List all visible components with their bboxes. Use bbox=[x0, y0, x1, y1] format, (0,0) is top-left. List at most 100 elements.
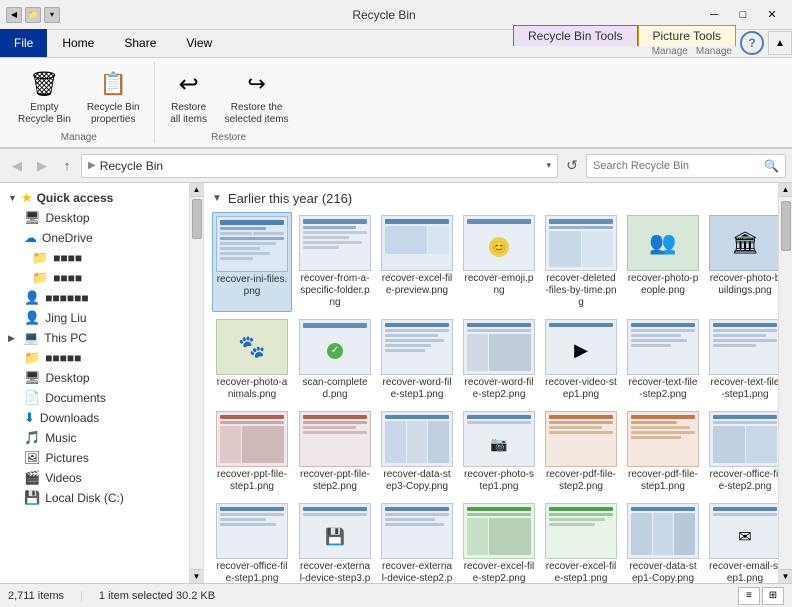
file-item-8[interactable]: 🐾 recover-photo-animals.png bbox=[212, 316, 292, 404]
file-item-26[interactable]: recover-excel-file-step1.png bbox=[542, 500, 620, 583]
right-scroll-up[interactable]: ▲ bbox=[779, 183, 792, 197]
close-button[interactable]: ✕ bbox=[758, 5, 786, 25]
back-button[interactable]: ◀ bbox=[6, 155, 28, 177]
file-item-25[interactable]: recover-excel-file-step2.png bbox=[460, 500, 538, 583]
file-item-3[interactable]: recover-excel-file-preview.png bbox=[378, 212, 456, 312]
file-item-21[interactable]: recover-office-file-step2.png bbox=[706, 408, 778, 496]
breadcrumb-dropdown[interactable]: ▾ bbox=[546, 160, 551, 171]
tab-file[interactable]: File bbox=[0, 29, 47, 57]
file-item-7[interactable]: 🏛 recover-photo-buildings.png bbox=[706, 212, 778, 312]
file-name-26: recover-excel-file-step1.png bbox=[545, 561, 617, 583]
file-item-16[interactable]: recover-ppt-file-step2.png bbox=[296, 408, 374, 496]
empty-recycle-bin-button[interactable]: 🗑 EmptyRecycle Bin bbox=[12, 62, 77, 130]
ribbon-group-restore: ↩ Restoreall items ↪ Restore theselected… bbox=[155, 62, 303, 143]
ribbon-collapse-button[interactable]: ▲ bbox=[768, 31, 792, 55]
sidebar-item-desktop[interactable]: 🖥 Desktop bbox=[0, 208, 189, 228]
sidebar-item-downloads[interactable]: ⬇ Downloads bbox=[0, 408, 189, 428]
sidebar-item-user4[interactable]: 📁 ■■■■■ bbox=[0, 348, 189, 368]
sidebar-item-local-disk[interactable]: 💾 Local Disk (C:) bbox=[0, 488, 189, 508]
scroll-up-arrow[interactable]: ▲ bbox=[190, 183, 204, 197]
search-icon[interactable]: 🔍 bbox=[764, 159, 779, 173]
quick-access-header[interactable]: ▼ ★ Quick access bbox=[0, 187, 189, 208]
sidebar-onedrive-label: OneDrive bbox=[42, 231, 93, 245]
breadcrumb-bar[interactable]: ▶ Recycle Bin ▾ bbox=[81, 154, 558, 178]
file-item-18[interactable]: 📷 recover-photo-step1.png bbox=[460, 408, 538, 496]
sidebar-item-videos[interactable]: 🎬 Videos bbox=[0, 468, 189, 488]
section-header[interactable]: ▼ Earlier this year (216) bbox=[212, 189, 770, 212]
folder-icon-3: 📁 bbox=[24, 350, 40, 366]
file-item-1[interactable]: recover-ini-files.png bbox=[212, 212, 292, 312]
empty-recycle-bin-icon: 🗑 bbox=[26, 66, 62, 102]
right-scroll-down[interactable]: ▼ bbox=[779, 569, 792, 583]
file-item-19[interactable]: recover-pdf-file-step2.png bbox=[542, 408, 620, 496]
details-view-button[interactable]: ≡ bbox=[738, 587, 760, 605]
file-item-5[interactable]: recover-deleted-files-by-time.png bbox=[542, 212, 620, 312]
file-item-20[interactable]: recover-pdf-file-step1.png bbox=[624, 408, 702, 496]
quick-access-icon[interactable]: ◀ bbox=[6, 7, 22, 23]
sidebar-item-jing-liu[interactable]: 👤 Jing Liu bbox=[0, 308, 189, 328]
recycle-bin-tools-context-tab[interactable]: Recycle Bin Tools bbox=[513, 25, 638, 46]
file-item-13[interactable]: recover-text-file-step2.png bbox=[624, 316, 702, 404]
sidebar-item-onedrive[interactable]: ☁ OneDrive bbox=[0, 228, 189, 248]
file-thumb-16 bbox=[299, 411, 371, 467]
sidebar-item-user1[interactable]: 📁 ■■■■ bbox=[0, 248, 189, 268]
file-item-10[interactable]: recover-word-file-step1.png bbox=[378, 316, 456, 404]
file-item-15[interactable]: recover-ppt-file-step1.png bbox=[212, 408, 292, 496]
file-item-28[interactable]: ✉ recover-email-step1.png bbox=[706, 500, 778, 583]
file-name-5: recover-deleted-files-by-time.png bbox=[545, 273, 617, 309]
file-item-12[interactable]: ▶ recover-video-step1.png bbox=[542, 316, 620, 404]
file-item-2[interactable]: recover-from-a-specific-folder.png bbox=[296, 212, 374, 312]
sidebar-scrollbar[interactable]: ▲ ▼ bbox=[190, 183, 204, 583]
recycle-bin-properties-button[interactable]: 📋 Recycle Binproperties bbox=[81, 62, 146, 130]
sidebar-item-this-pc[interactable]: ▶ 💻 This PC bbox=[0, 328, 189, 348]
forward-button[interactable]: ▶ bbox=[31, 155, 53, 177]
scroll-down-arrow[interactable]: ▼ bbox=[190, 569, 204, 583]
restore-all-items-button[interactable]: ↩ Restoreall items bbox=[163, 62, 215, 130]
folder-icon[interactable]: 📁 bbox=[25, 7, 41, 23]
search-box[interactable]: 🔍 bbox=[586, 154, 786, 178]
file-item-17[interactable]: recover-data-step3-Copy.png bbox=[378, 408, 456, 496]
desktop2-icon: 🖥 bbox=[24, 370, 41, 386]
file-item-6[interactable]: 👥 recover-photo-people.png bbox=[624, 212, 702, 312]
ribbon-group-manage: 🗑 EmptyRecycle Bin 📋 Recycle Binproperti… bbox=[8, 62, 155, 143]
maximize-button[interactable]: □ bbox=[729, 5, 757, 25]
file-item-11[interactable]: recover-word-file-step2.png bbox=[460, 316, 538, 404]
up-button[interactable]: ↑ bbox=[56, 155, 78, 177]
file-item-4[interactable]: 😊 recover-emoji.png bbox=[460, 212, 538, 312]
file-item-14[interactable]: recover-text-file-step1.png bbox=[706, 316, 778, 404]
tab-share[interactable]: Share bbox=[109, 29, 171, 57]
right-scroll-thumb[interactable] bbox=[781, 201, 791, 251]
file-item-24[interactable]: recover-external-device-step2.png bbox=[378, 500, 456, 583]
file-name-19: recover-pdf-file-step2.png bbox=[545, 469, 617, 493]
file-item-22[interactable]: recover-office-file-step1.png bbox=[212, 500, 292, 583]
search-input[interactable] bbox=[593, 160, 764, 172]
sidebar-desktop2-label: Desktop bbox=[46, 371, 90, 385]
help-button[interactable]: ? bbox=[740, 31, 764, 55]
large-icons-view-button[interactable]: ⊞ bbox=[762, 587, 784, 605]
file-item-27[interactable]: recover-data-step1-Copy.png bbox=[624, 500, 702, 583]
picture-tools-context-tab[interactable]: Picture Tools bbox=[638, 25, 736, 46]
file-name-21: recover-office-file-step2.png bbox=[709, 469, 778, 493]
sidebar-item-music[interactable]: 🎵 Music bbox=[0, 428, 189, 448]
sidebar-item-pictures[interactable]: 🖼 Pictures bbox=[0, 448, 189, 468]
sidebar-desktop-label: Desktop bbox=[46, 211, 90, 225]
sidebar-item-user3[interactable]: 👤 ■■■■■■ bbox=[0, 288, 189, 308]
refresh-button[interactable]: ↺ bbox=[561, 155, 583, 177]
right-scrollbar[interactable]: ▲ ▼ bbox=[778, 183, 792, 583]
restore-selected-items-icon: ↪ bbox=[239, 66, 275, 102]
dropdown-icon[interactable]: ▾ bbox=[44, 7, 60, 23]
sidebar-item-documents[interactable]: 📄 Documents bbox=[0, 388, 189, 408]
scroll-thumb[interactable] bbox=[192, 199, 202, 239]
file-thumb-24 bbox=[381, 503, 453, 559]
sidebar-downloads-label: Downloads bbox=[40, 411, 99, 425]
restore-selected-items-button[interactable]: ↪ Restore theselected items bbox=[219, 62, 295, 130]
sidebar-item-user2[interactable]: 📁 ■■■■ bbox=[0, 268, 189, 288]
tab-home[interactable]: Home bbox=[47, 29, 109, 57]
tab-view[interactable]: View bbox=[171, 29, 227, 57]
sidebar-item-desktop2[interactable]: 🖥 Desktop bbox=[0, 368, 189, 388]
minimize-button[interactable]: ─ bbox=[700, 5, 728, 25]
quick-access-label: Quick access bbox=[37, 191, 114, 205]
desktop-icon: 🖥 bbox=[24, 210, 41, 226]
file-item-9[interactable]: ✓ scan-completed.png bbox=[296, 316, 374, 404]
file-item-23[interactable]: 💾 recover-external-device-step3.png bbox=[296, 500, 374, 583]
